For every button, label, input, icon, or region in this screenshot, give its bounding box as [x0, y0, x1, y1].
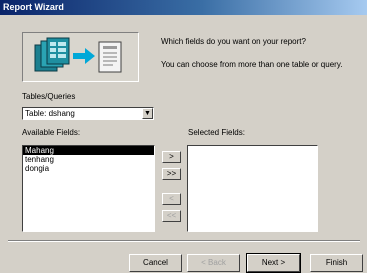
finish-button[interactable]: Finish: [310, 254, 363, 272]
add-field-button[interactable]: >: [162, 151, 181, 163]
list-item[interactable]: Mahang: [23, 146, 154, 155]
chevron-down-icon[interactable]: ▼: [142, 108, 153, 119]
tables-queries-combo[interactable]: Table: dshang ▼: [22, 107, 154, 120]
cancel-button[interactable]: Cancel: [129, 254, 182, 272]
list-item[interactable]: dongia: [23, 164, 154, 173]
available-fields-list[interactable]: Mahang tenhang dongia: [22, 145, 155, 232]
footer-divider: [8, 240, 360, 242]
tables-to-report-icon: [34, 37, 122, 73]
remove-all-fields-button[interactable]: <<: [162, 210, 181, 222]
title-bar[interactable]: Report Wizard: [0, 0, 367, 15]
tables-queries-label: Tables/Queries: [22, 92, 76, 101]
next-button[interactable]: Next >: [246, 253, 301, 273]
available-fields-label: Available Fields:: [22, 128, 81, 137]
selected-fields-label: Selected Fields:: [188, 128, 245, 137]
wizard-question: Which fields do you want on your report?: [161, 37, 306, 46]
back-button[interactable]: < Back: [187, 254, 240, 272]
wizard-hint: You can choose from more than one table …: [161, 60, 343, 69]
remove-field-button[interactable]: <: [162, 193, 181, 205]
tables-queries-value: Table: dshang: [25, 109, 75, 118]
wizard-illustration: [22, 32, 139, 82]
list-item[interactable]: tenhang: [23, 155, 154, 164]
window-title: Report Wizard: [3, 2, 64, 12]
selected-fields-list[interactable]: [187, 145, 318, 232]
report-wizard-window: Report Wizard Which fields do you want o…: [0, 0, 367, 273]
add-all-fields-button[interactable]: >>: [162, 168, 181, 180]
